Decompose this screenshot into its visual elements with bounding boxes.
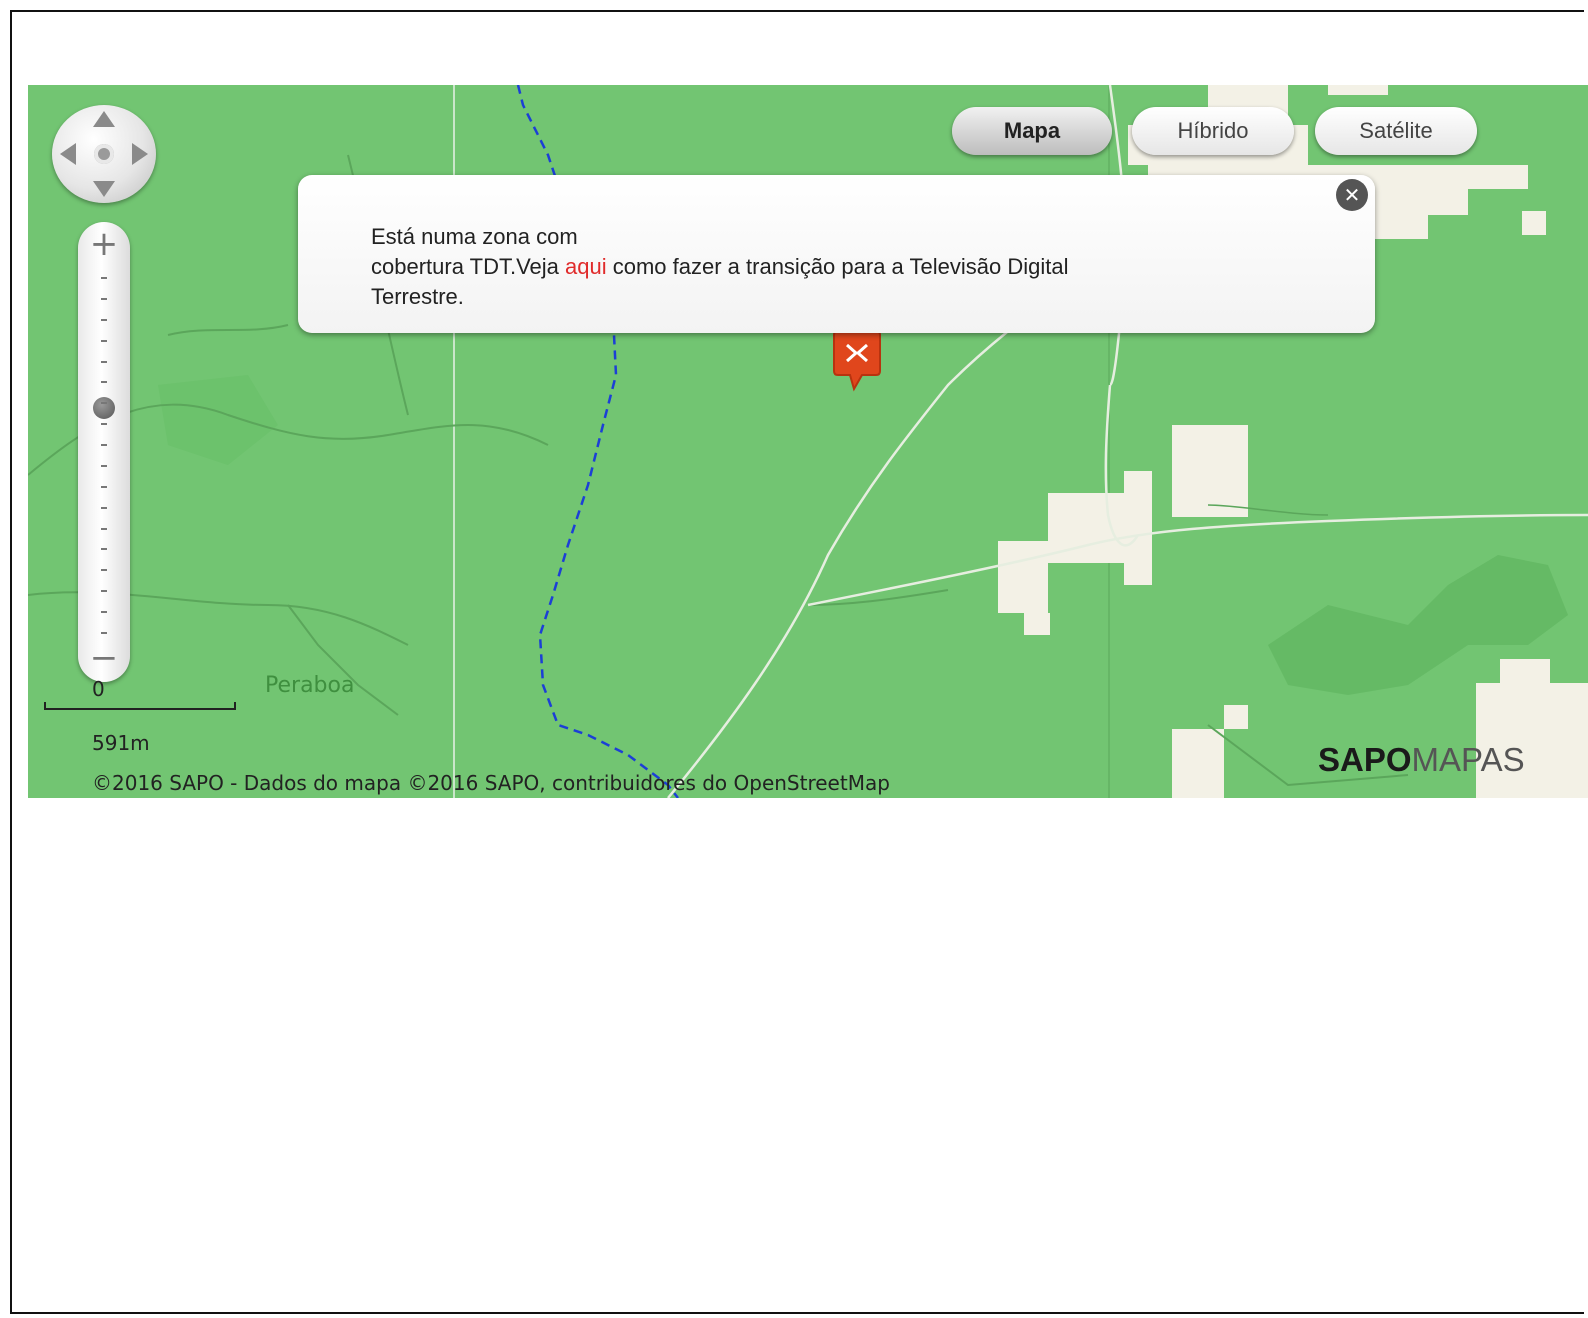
zoom-tick — [101, 527, 107, 530]
popup-text-before: Está numa zona com cobertura TDT.Veja — [371, 224, 578, 279]
zoom-tick — [101, 360, 107, 363]
pan-left-icon[interactable] — [60, 143, 76, 165]
zoom-slider[interactable]: + − — [78, 222, 130, 682]
zoom-tick — [101, 318, 107, 321]
map-type-satelite-button[interactable]: Satélite — [1315, 107, 1477, 155]
map-copyright: ©2016 SAPO - Dados do mapa ©2016 SAPO, c… — [92, 771, 890, 795]
zoom-tick — [101, 632, 107, 634]
scale-zero-label: 0 — [92, 677, 105, 701]
logo-bold-text: SAPO — [1318, 741, 1412, 778]
zoom-tick — [101, 485, 107, 488]
scale-distance-label: 591m — [92, 731, 150, 755]
zoom-in-button[interactable]: + — [78, 224, 130, 264]
scale-bar — [44, 702, 236, 710]
pan-right-icon[interactable] — [132, 143, 148, 165]
map-type-hibrido-button[interactable]: Híbrido — [1132, 107, 1294, 155]
zoom-tick — [101, 569, 107, 572]
zoom-tick — [101, 423, 107, 426]
zoom-out-button[interactable]: − — [78, 638, 130, 678]
zoom-tick — [101, 506, 107, 509]
zoom-tick — [101, 611, 107, 614]
zoom-tick — [101, 381, 107, 384]
zoom-slider-handle[interactable] — [93, 397, 115, 420]
popup-link-aqui[interactable]: aqui — [565, 254, 607, 279]
zoom-tick — [101, 277, 107, 279]
info-popup: Está numa zona com cobertura TDT.Veja aq… — [298, 175, 1375, 333]
zoom-tick — [101, 297, 107, 300]
place-label-peraboa: Peraboa — [265, 673, 355, 698]
location-marker[interactable] — [830, 330, 884, 399]
pan-down-icon[interactable] — [93, 181, 115, 197]
map-view[interactable]: + − Mapa Híbrido Satélite Está numa zona… — [28, 85, 1588, 798]
zoom-tick — [101, 464, 107, 467]
zoom-tick — [101, 548, 107, 551]
sapo-mapas-logo: SAPOMAPAS — [1318, 741, 1525, 779]
zoom-tick — [101, 402, 107, 405]
zoom-tick — [101, 444, 107, 447]
pan-control — [52, 105, 156, 203]
close-icon[interactable]: ✕ — [1336, 179, 1368, 211]
pan-center-icon[interactable] — [94, 144, 114, 164]
pan-up-icon[interactable] — [93, 111, 115, 127]
zoom-tick — [101, 590, 107, 593]
marker-pin-icon — [833, 330, 881, 392]
map-type-mapa-button[interactable]: Mapa — [952, 107, 1112, 155]
popup-message: Está numa zona com cobertura TDT.Veja aq… — [371, 222, 1068, 312]
logo-light-text: MAPAS — [1411, 741, 1525, 778]
zoom-tick — [101, 339, 107, 342]
